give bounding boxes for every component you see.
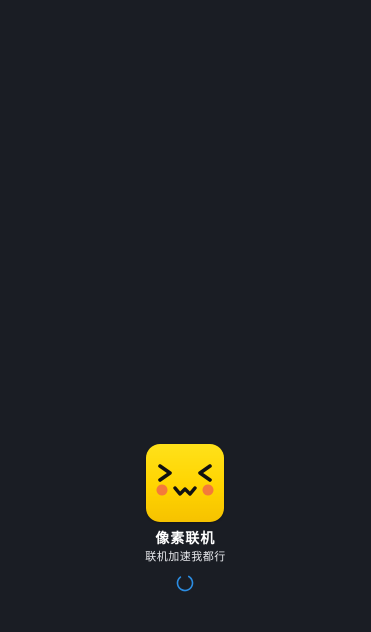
app-name: 像素联机 xyxy=(155,531,216,547)
app-logo-icon xyxy=(146,444,224,522)
loading-spinner-icon xyxy=(176,574,194,592)
app-slogan: 联机加速我都行 xyxy=(145,550,226,563)
splash-screen: 像素联机 联机加速我都行 xyxy=(0,0,371,632)
